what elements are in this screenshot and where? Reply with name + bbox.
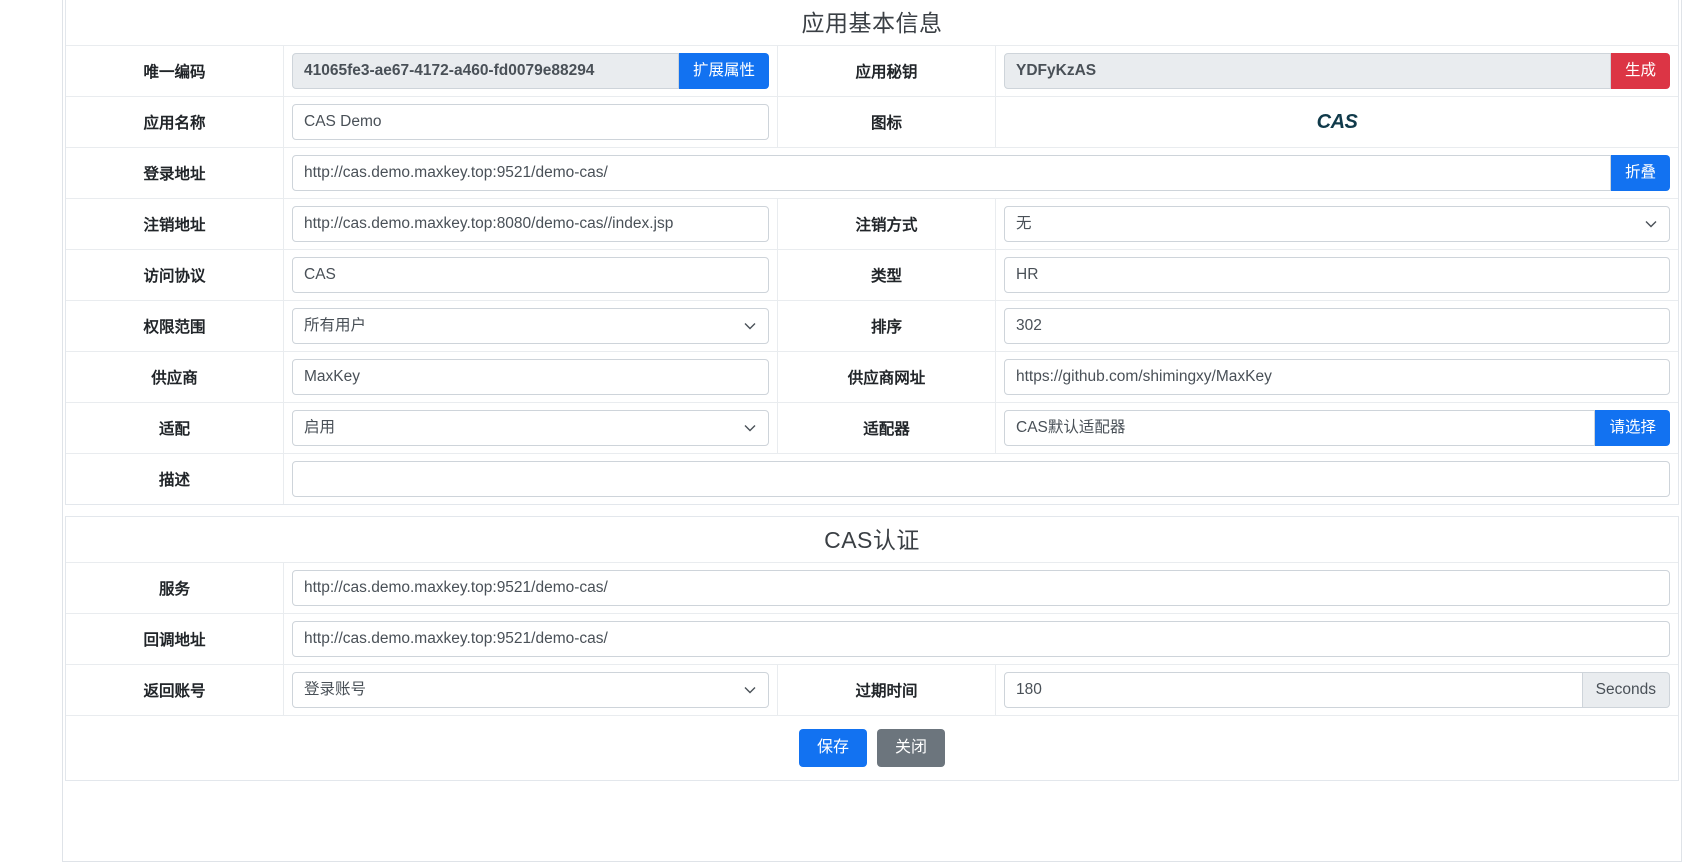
- extended-attributes-button[interactable]: 扩展属性: [678, 53, 769, 89]
- label-return-account: 返回账号: [66, 665, 284, 715]
- field-description: [284, 454, 1678, 504]
- label-logout-url: 注销地址: [66, 199, 284, 249]
- field-category: HR: [996, 250, 1678, 300]
- field-logout-url: http://cas.demo.maxkey.top:8080/demo-cas…: [284, 199, 778, 249]
- application-config-page: 应用基本信息 唯一编码 41065fe3-ae67-4172-a460-fd00…: [0, 0, 1704, 864]
- field-login-url: http://cas.demo.maxkey.top:9521/demo-cas…: [284, 148, 1678, 198]
- field-protocol: CAS: [284, 250, 778, 300]
- field-service: http://cas.demo.maxkey.top:9521/demo-cas…: [284, 563, 1678, 613]
- field-permission-scope: 所有用户: [284, 301, 778, 351]
- row-callback-url: 回调地址 http://cas.demo.maxkey.top:9521/dem…: [66, 614, 1678, 665]
- label-app-secret: 应用秘钥: [778, 46, 996, 96]
- row-app-name: 应用名称 CAS Demo 图标 CAS: [66, 97, 1678, 148]
- field-unique-code: 41065fe3-ae67-4172-a460-fd0079e88294 扩展属…: [284, 46, 778, 96]
- row-logout-url: 注销地址 http://cas.demo.maxkey.top:8080/dem…: [66, 199, 1678, 250]
- row-vendor: 供应商 MaxKey 供应商网址 https://github.com/shim…: [66, 352, 1678, 403]
- label-app-icon: 图标: [778, 97, 996, 147]
- row-form-actions: 保存 关闭: [66, 716, 1678, 780]
- return-account-value: 登录账号: [292, 672, 769, 708]
- description-input[interactable]: [292, 461, 1670, 497]
- field-app-secret: YDFyKzAS 生成: [996, 46, 1678, 96]
- label-protocol: 访问协议: [66, 250, 284, 300]
- protocol-input[interactable]: CAS: [292, 257, 769, 293]
- category-input[interactable]: HR: [1004, 257, 1670, 293]
- label-service: 服务: [66, 563, 284, 613]
- collapse-button[interactable]: 折叠: [1610, 155, 1670, 191]
- permission-scope-select[interactable]: 所有用户: [292, 308, 769, 344]
- adapter-enabled-select[interactable]: 启用: [292, 410, 769, 446]
- section-title-cas-auth: CAS认证: [66, 517, 1678, 563]
- sort-order-input[interactable]: 302: [1004, 308, 1670, 344]
- panel-cas-auth: CAS认证 服务 http://cas.demo.maxkey.top:9521…: [65, 516, 1679, 781]
- adapter-enabled-value: 启用: [292, 410, 769, 446]
- vendor-input[interactable]: MaxKey: [292, 359, 769, 395]
- row-protocol: 访问协议 CAS 类型 HR: [66, 250, 1678, 301]
- permission-scope-value: 所有用户: [292, 308, 769, 344]
- label-app-name: 应用名称: [66, 97, 284, 147]
- field-return-account: 登录账号: [284, 665, 778, 715]
- field-logout-type: 无: [996, 199, 1678, 249]
- label-unique-code: 唯一编码: [66, 46, 284, 96]
- service-input[interactable]: http://cas.demo.maxkey.top:9521/demo-cas…: [292, 570, 1670, 606]
- field-callback-url: http://cas.demo.maxkey.top:9521/demo-cas…: [284, 614, 1678, 664]
- label-vendor-url: 供应商网址: [778, 352, 996, 402]
- app-name-input[interactable]: CAS Demo: [292, 104, 769, 140]
- label-callback-url: 回调地址: [66, 614, 284, 664]
- save-button[interactable]: 保存: [798, 729, 867, 767]
- vendor-url-input[interactable]: https://github.com/shimingxy/MaxKey: [1004, 359, 1670, 395]
- close-button[interactable]: 关闭: [877, 729, 946, 767]
- form-actions: 保存 关闭: [66, 716, 1678, 780]
- card-bottom-spacer: [63, 781, 1681, 821]
- label-permission-scope: 权限范围: [66, 301, 284, 351]
- generate-secret-button[interactable]: 生成: [1610, 53, 1670, 89]
- adapter-input[interactable]: CAS默认适配器: [1004, 410, 1596, 446]
- label-adapter: 适配器: [778, 403, 996, 453]
- cas-logo-icon: CAS: [1316, 110, 1358, 133]
- label-sort-order: 排序: [778, 301, 996, 351]
- field-app-name: CAS Demo: [284, 97, 778, 147]
- expire-time-unit-addon: Seconds: [1582, 672, 1670, 708]
- row-service: 服务 http://cas.demo.maxkey.top:9521/demo-…: [66, 563, 1678, 614]
- field-adapter: CAS默认适配器 请选择: [996, 403, 1678, 453]
- form-card: 应用基本信息 唯一编码 41065fe3-ae67-4172-a460-fd00…: [62, 0, 1682, 862]
- app-icon-preview: CAS: [1004, 104, 1670, 140]
- row-permission-scope: 权限范围 所有用户 排序 302: [66, 301, 1678, 352]
- field-expire-time: 180 Seconds: [996, 665, 1678, 715]
- label-login-url: 登录地址: [66, 148, 284, 198]
- row-unique-code: 唯一编码 41065fe3-ae67-4172-a460-fd0079e8829…: [66, 46, 1678, 97]
- field-adapter-enabled: 启用: [284, 403, 778, 453]
- row-description: 描述: [66, 454, 1678, 504]
- logout-url-input[interactable]: http://cas.demo.maxkey.top:8080/demo-cas…: [292, 206, 769, 242]
- label-vendor: 供应商: [66, 352, 284, 402]
- label-logout-type: 注销方式: [778, 199, 996, 249]
- section-title-basic-info: 应用基本信息: [66, 0, 1678, 46]
- label-expire-time: 过期时间: [778, 665, 996, 715]
- panel-basic-info: 应用基本信息 唯一编码 41065fe3-ae67-4172-a460-fd00…: [65, 0, 1679, 505]
- label-category: 类型: [778, 250, 996, 300]
- field-vendor: MaxKey: [284, 352, 778, 402]
- login-url-input[interactable]: http://cas.demo.maxkey.top:9521/demo-cas…: [292, 155, 1611, 191]
- row-return-account: 返回账号 登录账号 过期时间 180 Seconds: [66, 665, 1678, 716]
- return-account-select[interactable]: 登录账号: [292, 672, 769, 708]
- row-login-url: 登录地址 http://cas.demo.maxkey.top:9521/dem…: [66, 148, 1678, 199]
- field-vendor-url: https://github.com/shimingxy/MaxKey: [996, 352, 1678, 402]
- app-secret-input[interactable]: YDFyKzAS: [1004, 53, 1611, 89]
- label-adapter-enabled: 适配: [66, 403, 284, 453]
- field-sort-order: 302: [996, 301, 1678, 351]
- label-description: 描述: [66, 454, 284, 504]
- logout-type-value: 无: [1004, 206, 1670, 242]
- logout-type-select[interactable]: 无: [1004, 206, 1670, 242]
- expire-time-input[interactable]: 180: [1004, 672, 1583, 708]
- callback-url-input[interactable]: http://cas.demo.maxkey.top:9521/demo-cas…: [292, 621, 1670, 657]
- select-adapter-button[interactable]: 请选择: [1595, 410, 1670, 446]
- row-adapter-enabled: 适配 启用 适配器 CAS默认适配器 请选择: [66, 403, 1678, 454]
- field-app-icon: CAS: [996, 97, 1678, 147]
- unique-code-input[interactable]: 41065fe3-ae67-4172-a460-fd0079e88294: [292, 53, 679, 89]
